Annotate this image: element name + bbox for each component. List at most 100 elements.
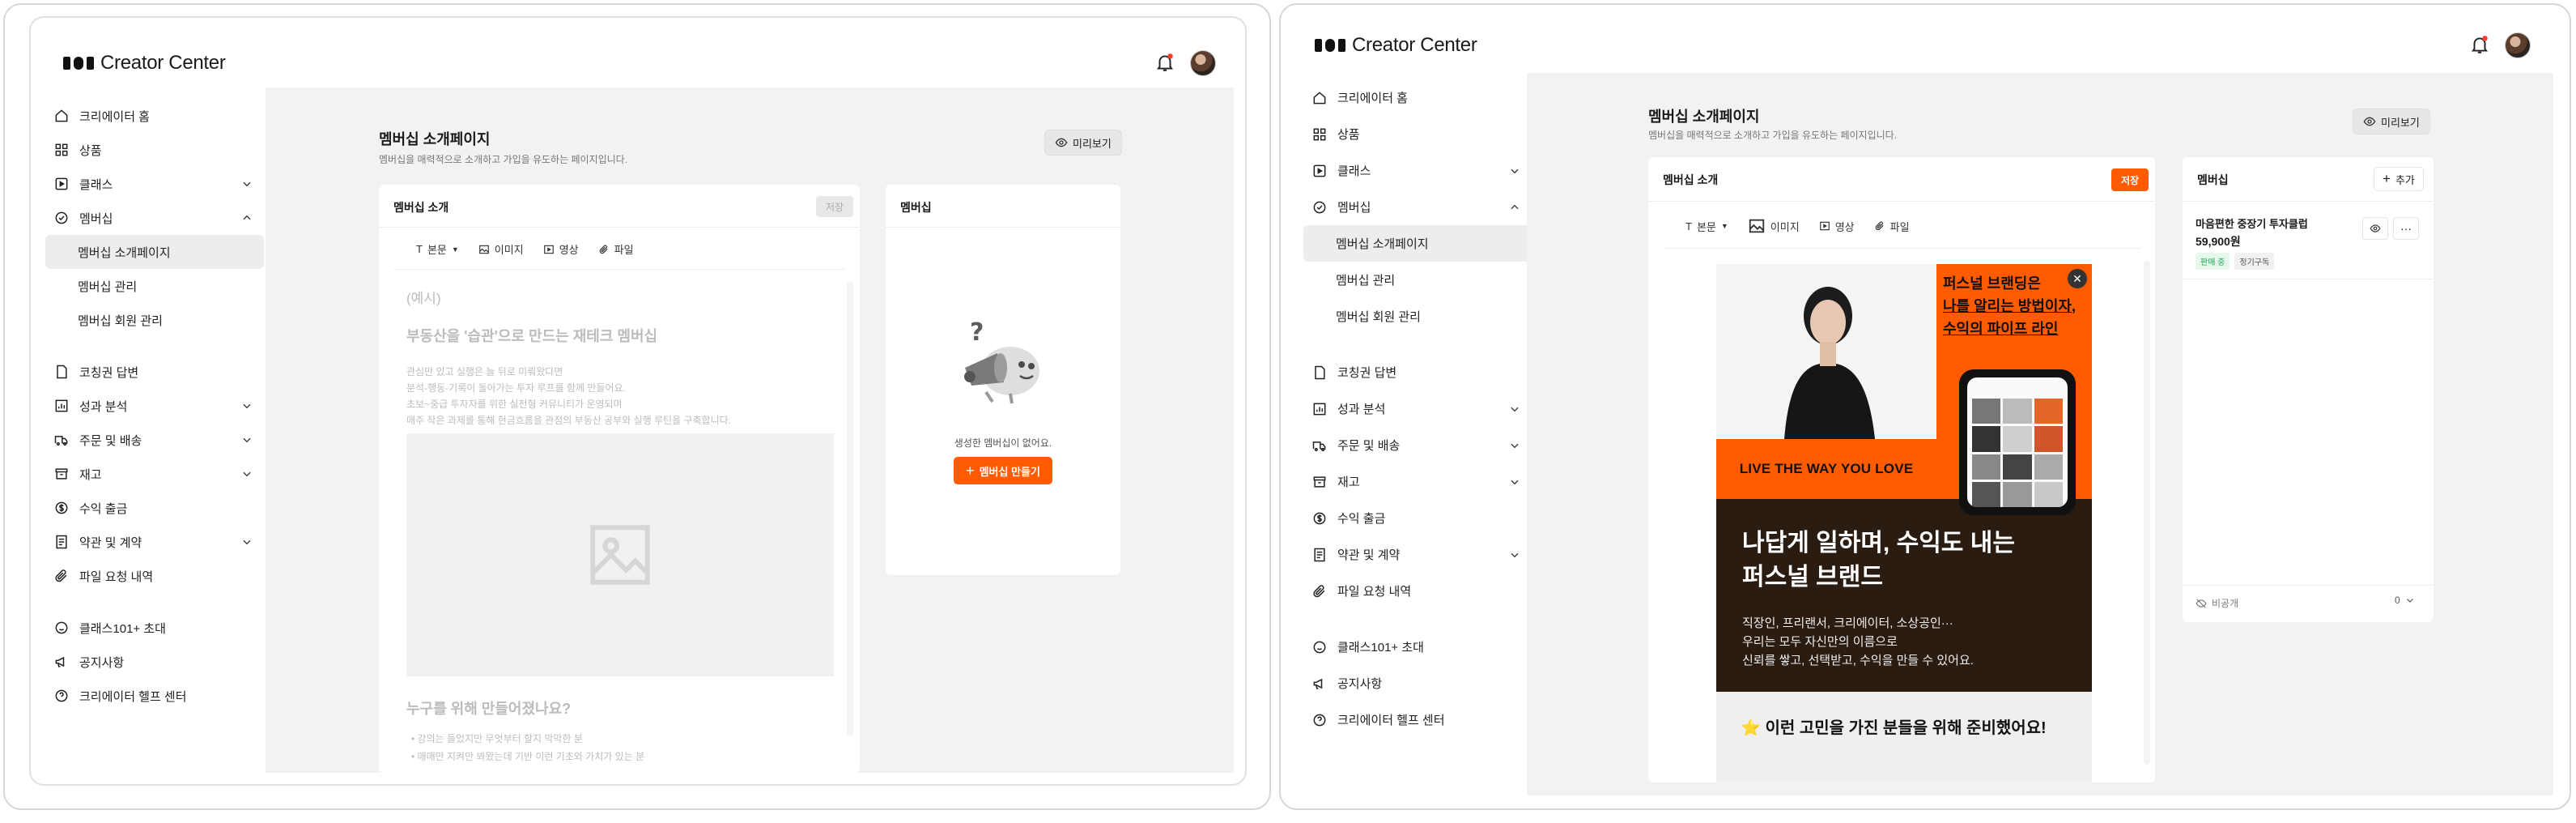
membership-title: 멤버십: [2197, 173, 2229, 186]
sidebar-item-notice[interactable]: 공지사항: [1303, 665, 1532, 701]
chevron-down-icon: [243, 437, 251, 443]
editor-scrollbar[interactable]: [2144, 261, 2150, 765]
sidebar-sub-membership-members[interactable]: 멤버십 회원 관리: [1303, 298, 1532, 335]
sidebar-item-payout[interactable]: 수익 출금: [45, 491, 264, 525]
add-membership-button[interactable]: + 추가: [2374, 167, 2424, 191]
membership-name: 마음편한 중장기 투자클럽: [2196, 218, 2308, 230]
phone-grid: [1972, 399, 2063, 507]
editor-toolbar: T 본문 ▼ 이미지 영상 파일: [1685, 217, 1910, 235]
sidebar: 크리에이터 홈 상품 클래스 멤버십 멤버십 소개페이지 멤버십 관리 멤버십 …: [1303, 79, 1532, 738]
close-icon: ✕: [2072, 271, 2082, 285]
sidebar-item-help[interactable]: 크리에이터 헬프 센터: [1303, 701, 1532, 738]
chevron-down-icon: [1511, 407, 1519, 412]
sidebar-item-membership[interactable]: 멤버십: [45, 201, 264, 235]
sidebar-sub-membership-intro[interactable]: 멤버십 소개페이지: [45, 235, 264, 269]
main-content: 멤버십 소개페이지 멤버십을 매력적으로 소개하고 가입을 유도하는 페이지입니…: [1527, 73, 2553, 795]
sidebar-item-coaching[interactable]: 코칭권 답변: [1303, 354, 1532, 390]
preview-button[interactable]: 미리보기: [1044, 130, 1122, 156]
toolbar-image[interactable]: 이미지: [1748, 217, 1800, 235]
card-divider: [1663, 248, 2140, 249]
sidebar-item-orders[interactable]: 주문 및 배송: [45, 423, 264, 457]
page-subtitle: 멤버십을 매력적으로 소개하고 가입을 유도하는 페이지입니다.: [379, 154, 628, 165]
draft-subheading: 누구를 위해 만들어졌나요?: [406, 701, 572, 717]
notification-bell-icon[interactable]: [1154, 52, 1175, 73]
sidebar-item-help[interactable]: 크리에이터 헬프 센터: [45, 679, 264, 713]
brand-logo[interactable]: Creator Center: [1315, 34, 1477, 57]
banner-title-2: 퍼스널 브랜드: [1742, 564, 1883, 591]
main-content: 멤버십 소개페이지 멤버십을 매력적으로 소개하고 가입을 유도하는 페이지입니…: [266, 87, 1234, 773]
sidebar-item-home[interactable]: 크리에이터 홈: [1303, 79, 1532, 116]
banner-desc-3: 신뢰를 쌓고, 선택받고, 수익을 만들 수 있어요.: [1742, 654, 1974, 667]
banner-desc-2: 우리는 모두 자신만의 이름으로: [1742, 635, 1898, 649]
page-title: 멤버십 소개페이지: [379, 131, 491, 147]
sidebar-item-payout[interactable]: 수익 출금: [1303, 500, 1532, 536]
sidebar-item-notice[interactable]: 공지사항: [45, 645, 264, 679]
sidebar-item-inventory[interactable]: 재고: [45, 457, 264, 491]
sidebar-item-products[interactable]: 상품: [1303, 116, 1532, 152]
plus-icon: +: [2383, 171, 2391, 186]
toolbar-body[interactable]: T 본문 ▼: [1685, 219, 1728, 234]
dollar-circle-icon: [55, 501, 68, 514]
more-options-button[interactable]: ···: [2393, 217, 2419, 240]
sidebar-sub-membership-manage[interactable]: 멤버십 관리: [1303, 262, 1532, 298]
sidebar-item-orders[interactable]: 주문 및 배송: [1303, 427, 1532, 463]
toolbar-file[interactable]: 파일: [1874, 219, 1910, 234]
sidebar-sub-membership-manage[interactable]: 멤버십 관리: [45, 269, 264, 303]
sidebar-item-inventory[interactable]: 재고: [1303, 463, 1532, 500]
sidebar-item-terms[interactable]: 약관 및 계약: [1303, 536, 1532, 573]
sidebar-item-invite[interactable]: 클래스101+ 초대: [1303, 629, 1532, 665]
sidebar-item-file-requests[interactable]: 파일 요청 내역: [1303, 573, 1532, 609]
draft-line: 분석-행동-기록이 돌아가는 투자 루프를 함께 만들어요.: [406, 382, 626, 394]
document-icon: [1315, 365, 1325, 379]
editor-toolbar: T 본문 ▼ 이미지 영상 파일: [416, 241, 634, 257]
sidebar-sub-membership-members[interactable]: 멤버십 회원 관리: [45, 303, 264, 337]
toolbar-body[interactable]: T 본문 ▼: [416, 241, 459, 257]
close-banner-button[interactable]: ✕: [2068, 269, 2087, 288]
brand-logo[interactable]: Creator Center: [63, 52, 226, 75]
banner-headline-1: 퍼스널 브랜딩은: [1943, 275, 2041, 292]
save-button[interactable]: 저장: [2111, 168, 2149, 191]
notification-bell-icon[interactable]: [2469, 34, 2490, 55]
toolbar-video[interactable]: 영상: [543, 241, 579, 257]
image-icon: [478, 245, 489, 254]
top-bar: Creator Center: [31, 18, 1245, 76]
banner-desc: 직장인, 프리랜서, 크리에이터, 소상공인··· 우리는 모두 자신만의 이름…: [1742, 614, 1974, 670]
toolbar-video[interactable]: 영상: [1819, 219, 1855, 234]
sidebar-item-invite[interactable]: 클래스101+ 초대: [45, 611, 264, 645]
paperclip-icon: [599, 245, 608, 254]
sidebar-item-analytics[interactable]: 성과 분석: [1303, 390, 1532, 427]
create-membership-button[interactable]: + 멤버십 만들기: [954, 457, 1052, 484]
user-avatar[interactable]: [2505, 32, 2531, 58]
sidebar-item-file-requests[interactable]: 파일 요청 내역: [45, 559, 264, 593]
draft-line: 초보~중급 투자자를 위한 실전형 커뮤니티가 운영되며: [406, 399, 623, 410]
preview-button[interactable]: 미리보기: [2353, 109, 2430, 134]
count-dropdown[interactable]: 0: [2395, 595, 2415, 606]
editor-body[interactable]: (예시) 부동산을 '습관'으로 만드는 재테크 멤버십 관심만 있고 실행은 …: [406, 287, 835, 765]
membership-item[interactable]: 마음편한 중장기 투자클럽 59,900원 판매 중 정기구독 ···: [2183, 201, 2434, 279]
save-button[interactable]: 저장: [816, 196, 853, 217]
home-icon: [55, 109, 68, 122]
page-subtitle: 멤버십을 매력적으로 소개하고 가입을 유도하는 페이지입니다.: [1648, 130, 1898, 141]
sidebar-item-class[interactable]: 클래스: [45, 167, 264, 201]
toolbar-file[interactable]: 파일: [598, 241, 634, 257]
sidebar-item-terms[interactable]: 약관 및 계약: [45, 525, 264, 559]
sidebar-item-analytics[interactable]: 성과 분석: [45, 389, 264, 423]
banner-image[interactable]: 퍼스널 브랜딩은 나를 알리는 방법이자, 수익의 파이프 라인 ✕ LIVE …: [1716, 264, 2092, 782]
image-placeholder-icon: [590, 525, 650, 585]
preview-item-button[interactable]: [2362, 217, 2388, 240]
card-divider: [379, 227, 860, 228]
chevron-down-icon: [2406, 599, 2413, 603]
user-avatar[interactable]: [1190, 50, 1216, 76]
sidebar-item-membership[interactable]: 멤버십: [1303, 189, 1532, 225]
banner-bottom-text: ⭐ 이런 고민을 가진 분들을 위해 준비했어요!: [1741, 719, 2047, 737]
sidebar-item-coaching[interactable]: 코칭권 답변: [45, 355, 264, 389]
paperclip-icon: [1313, 584, 1325, 597]
toolbar-image[interactable]: 이미지: [478, 241, 524, 257]
sidebar-item-class[interactable]: 클래스: [1303, 152, 1532, 189]
sidebar-sub-membership-intro[interactable]: 멤버십 소개페이지: [1303, 225, 1532, 262]
editor-scrollbar[interactable]: [847, 282, 853, 736]
sidebar-item-home[interactable]: 크리에이터 홈: [45, 99, 264, 133]
sidebar-item-products[interactable]: 상품: [45, 133, 264, 167]
chevron-down-icon: [243, 181, 251, 187]
chevron-down-icon: [243, 403, 251, 409]
